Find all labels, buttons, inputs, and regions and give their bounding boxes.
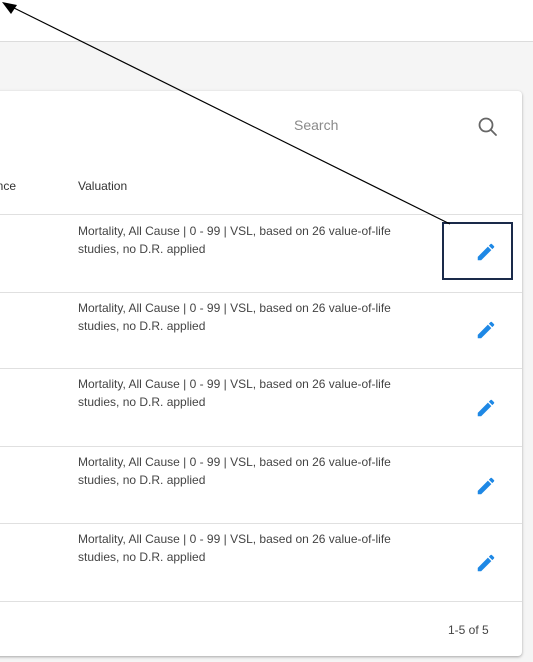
pencil-icon (477, 321, 495, 339)
valuation-cell: Mortality, All Cause | 0 - 99 | VSL, bas… (78, 224, 391, 256)
valuation-table-card: Search ence Valuation Mortality, All Cau… (0, 91, 522, 656)
table-row: Mortality, All Cause | 0 - 99 | VSL, bas… (0, 368, 522, 447)
focus-highlight (442, 222, 513, 280)
pencil-icon (477, 477, 495, 495)
table-row: Mortality, All Cause | 0 - 99 | VSL, bas… (0, 292, 522, 369)
column-header-prevalence[interactable]: ence (0, 179, 16, 193)
top-bar (0, 0, 533, 42)
edit-button[interactable] (469, 391, 503, 425)
pencil-icon (477, 554, 495, 572)
table-row: Mortality, All Cause | 0 - 99 | VSL, bas… (0, 523, 522, 602)
search-input[interactable]: Search (294, 117, 338, 133)
pencil-icon (477, 399, 495, 417)
valuation-cell: Mortality, All Cause | 0 - 99 | VSL, bas… (78, 532, 391, 564)
column-header-valuation[interactable]: Valuation (78, 179, 127, 193)
valuation-cell: Mortality, All Cause | 0 - 99 | VSL, bas… (78, 377, 391, 409)
search-icon[interactable] (476, 115, 500, 139)
edit-button[interactable] (469, 313, 503, 347)
valuation-cell: Mortality, All Cause | 0 - 99 | VSL, bas… (78, 301, 391, 333)
edit-button[interactable] (469, 546, 503, 580)
valuation-cell: Mortality, All Cause | 0 - 99 | VSL, bas… (78, 455, 391, 487)
edit-button[interactable] (469, 469, 503, 503)
pagination-range: 1-5 of 5 (448, 623, 489, 637)
table-row: Mortality, All Cause | 0 - 99 | VSL, bas… (0, 446, 522, 524)
